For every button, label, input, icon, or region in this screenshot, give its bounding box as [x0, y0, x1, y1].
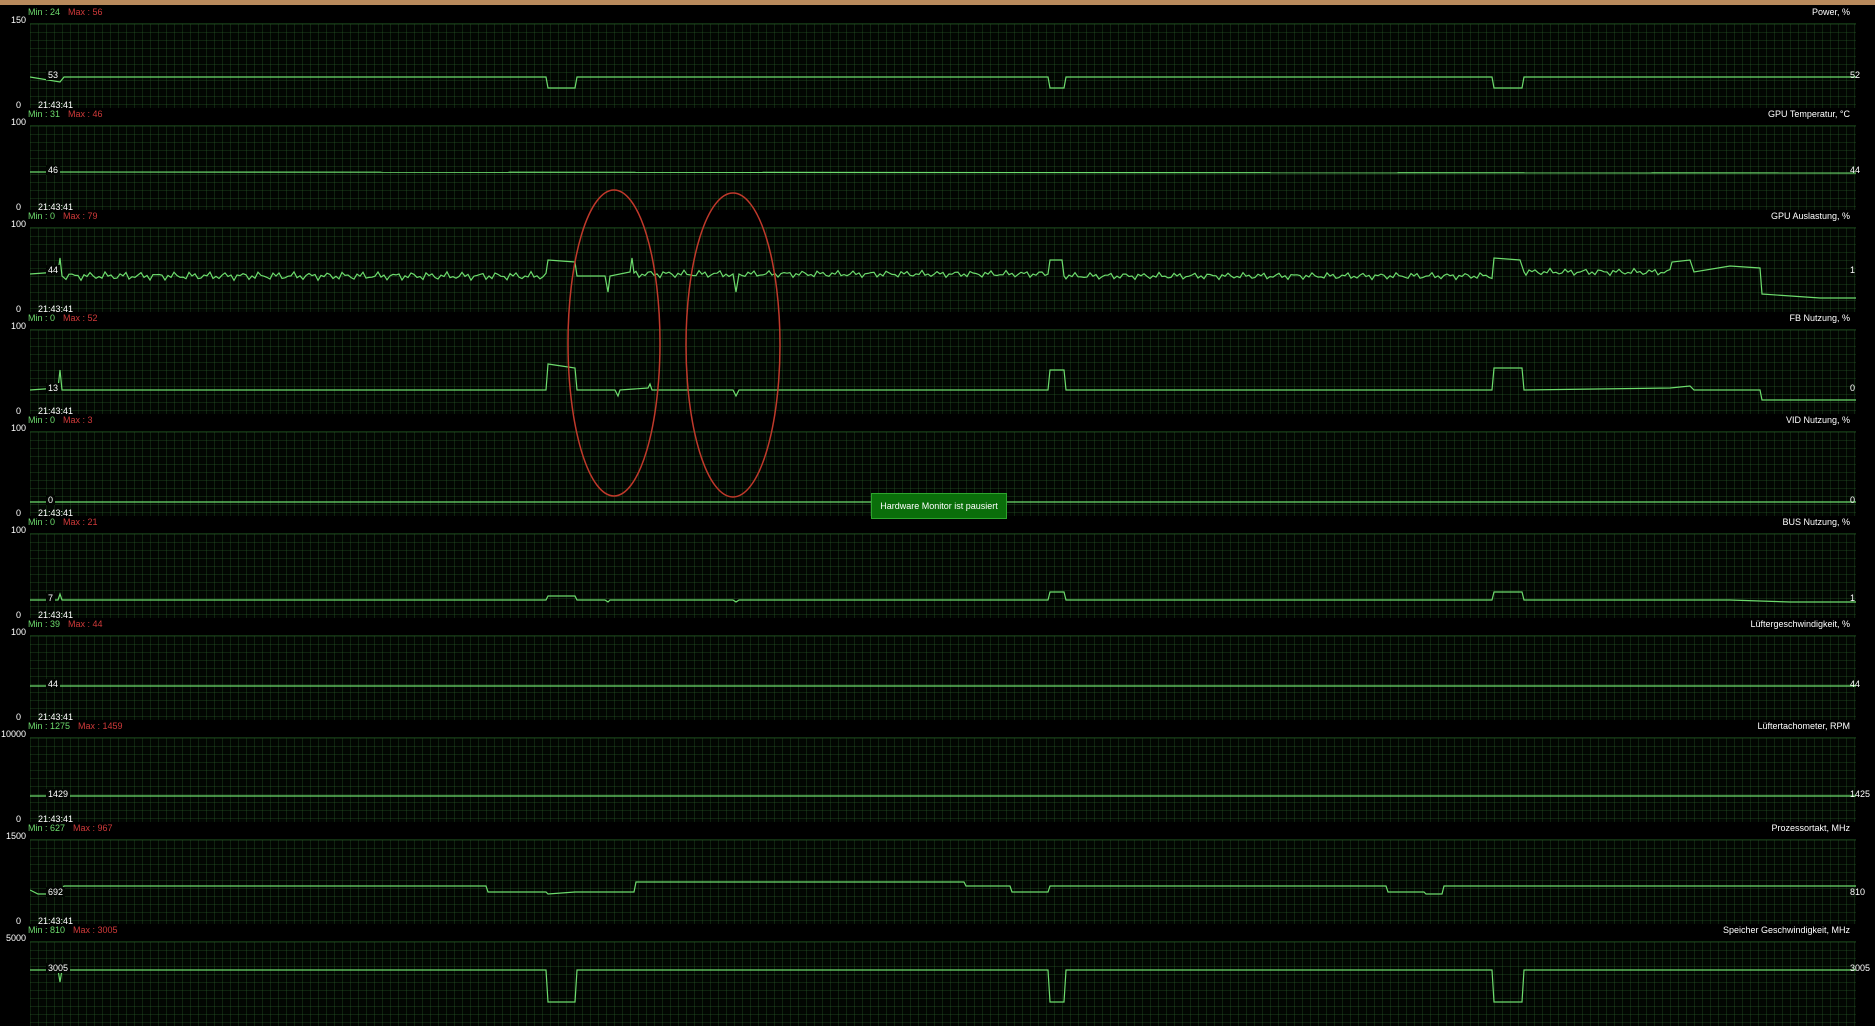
annotation-ellipse-2: [685, 192, 781, 498]
annotation-overlay: [567, 189, 781, 498]
annotation-ellipse-1: [567, 189, 661, 497]
